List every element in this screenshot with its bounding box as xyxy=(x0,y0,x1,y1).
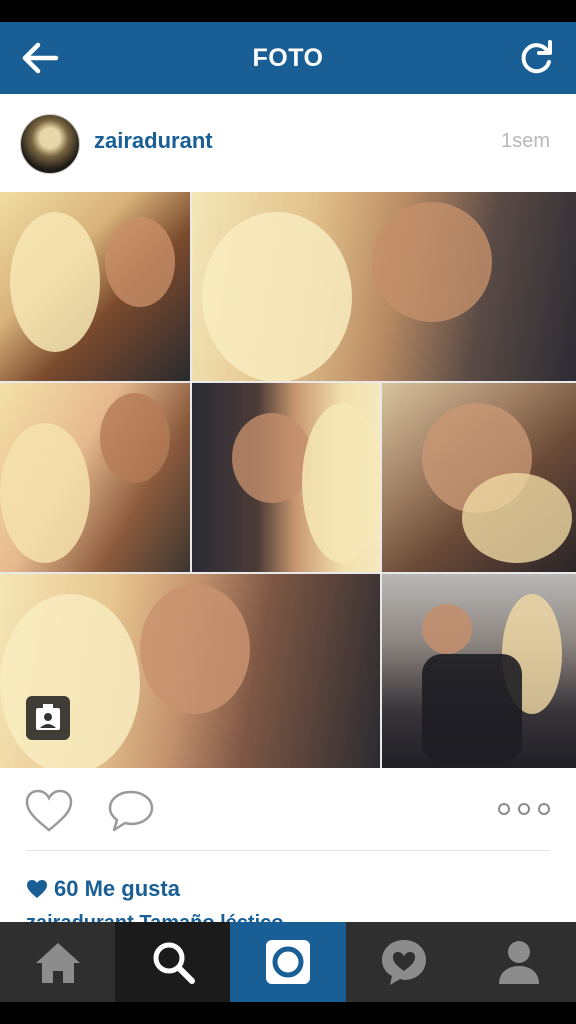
refresh-icon xyxy=(521,40,552,74)
comment-button[interactable] xyxy=(106,788,156,834)
collage-photo-5 xyxy=(382,383,576,572)
camera-icon xyxy=(266,940,310,984)
post-actions xyxy=(0,768,576,848)
likes-count: 60 Me gusta xyxy=(54,876,180,901)
username-link[interactable]: zairadurant xyxy=(94,128,213,154)
post-photo-collage[interactable] xyxy=(0,192,576,768)
person-tag-icon xyxy=(36,704,60,730)
tab-search[interactable] xyxy=(115,922,230,1002)
divider xyxy=(26,850,550,851)
more-dots-icon xyxy=(498,803,550,815)
post-content: zairadurant 1sem 60 Me gusta xyxy=(0,94,576,922)
post-header: zairadurant 1sem xyxy=(0,94,576,192)
page-title: FOTO xyxy=(252,44,324,72)
heart-bubble-icon xyxy=(381,940,426,985)
profile-icon xyxy=(498,941,539,984)
tab-home[interactable] xyxy=(0,922,115,1002)
like-button[interactable] xyxy=(24,788,74,834)
collage-photo-3 xyxy=(0,383,190,572)
comment-bubble-icon xyxy=(108,790,154,832)
tab-camera[interactable] xyxy=(230,922,346,1002)
likes-link[interactable]: 60 Me gusta xyxy=(26,874,180,904)
tab-profile[interactable] xyxy=(461,922,576,1002)
collage-photo-4 xyxy=(192,383,380,572)
collage-photo-2 xyxy=(192,192,576,381)
caption-preview: zairadurant Tamaño léctico... xyxy=(26,912,300,922)
status-bar xyxy=(0,0,576,22)
bottom-tab-bar xyxy=(0,922,576,1002)
heart-filled-icon xyxy=(27,880,47,898)
bottom-bezel xyxy=(0,1002,576,1024)
collage-photo-7 xyxy=(382,574,576,768)
post-timestamp: 1sem xyxy=(501,130,550,152)
refresh-button[interactable] xyxy=(512,34,560,82)
tab-activity[interactable] xyxy=(346,922,461,1002)
avatar[interactable] xyxy=(20,114,80,174)
top-nav: FOTO xyxy=(0,22,576,94)
collage-photo-1 xyxy=(0,192,190,381)
more-options-button[interactable] xyxy=(492,794,556,824)
home-icon xyxy=(35,943,80,983)
search-icon xyxy=(153,942,195,984)
heart-outline-icon xyxy=(25,789,73,832)
tagged-people-button[interactable] xyxy=(26,696,70,740)
